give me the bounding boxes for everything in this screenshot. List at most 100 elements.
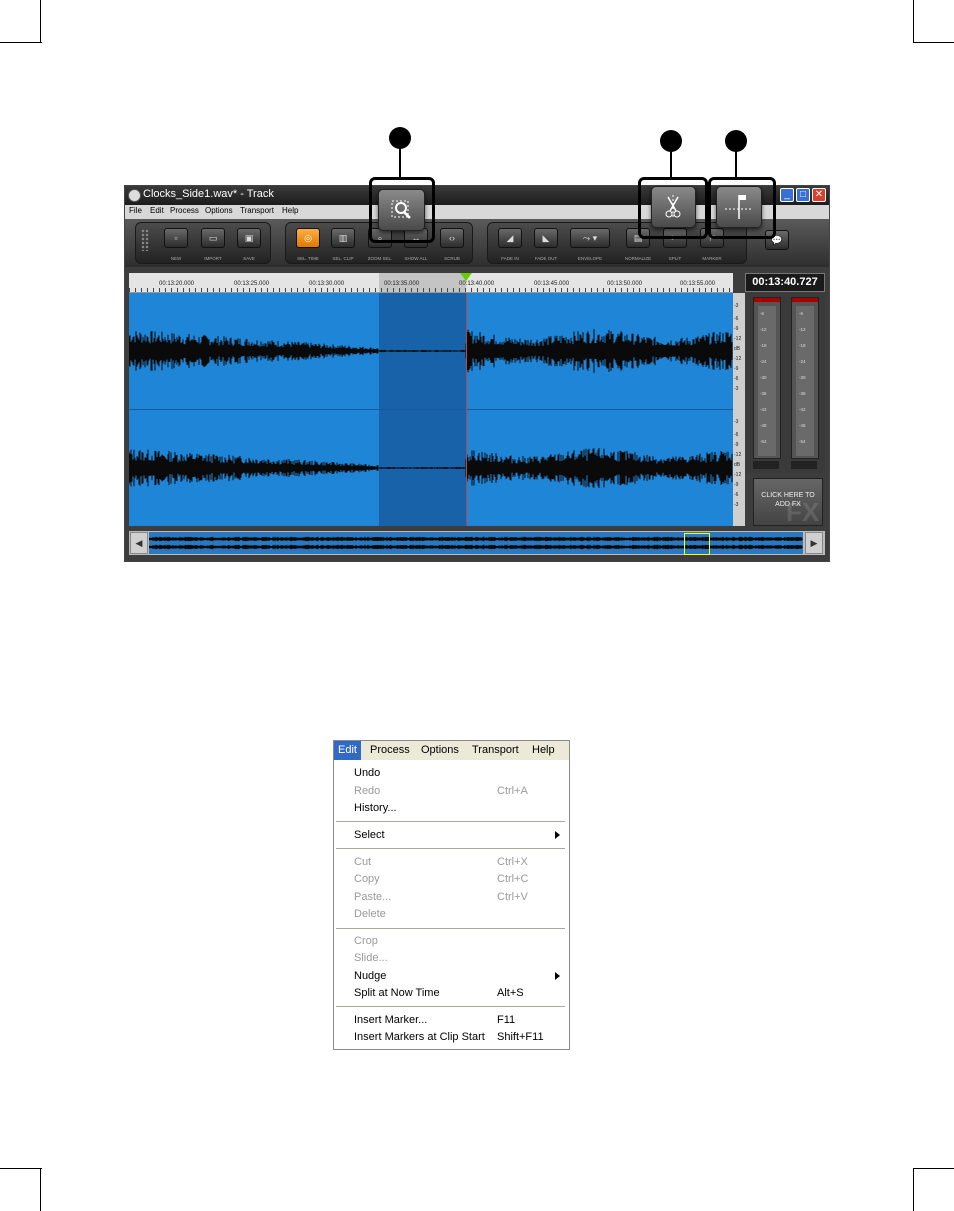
normalize-label: NORMALIZE bbox=[624, 256, 652, 261]
db-tick: -6 bbox=[734, 432, 739, 438]
db-tick: dB bbox=[734, 346, 741, 352]
meter-tick: -12 bbox=[760, 327, 767, 332]
menu-item-split-at-now[interactable]: Split at Now Time bbox=[354, 987, 440, 999]
scroll-right-button[interactable]: ▶ bbox=[805, 532, 823, 554]
menu-bar-excerpt: Edit Process Options Transport Help bbox=[334, 741, 569, 760]
menu-edit[interactable]: Edit bbox=[150, 206, 164, 215]
menu-item-history[interactable]: History... bbox=[354, 802, 397, 814]
fade-in-button[interactable]: ◢ bbox=[498, 228, 522, 248]
new-button[interactable]: ▫ bbox=[164, 228, 188, 248]
db-tick: -6 bbox=[734, 316, 739, 322]
menu-item-select[interactable]: Select bbox=[354, 829, 385, 841]
menu-item-paste[interactable]: Paste... bbox=[354, 891, 391, 903]
menu-item-slide[interactable]: Slide... bbox=[354, 952, 388, 964]
meter-tick: -24 bbox=[799, 359, 806, 364]
show-all-label: SHOW ALL bbox=[404, 256, 428, 261]
meter-tick: -30 bbox=[799, 375, 806, 380]
scrub-button[interactable]: ‹› bbox=[440, 228, 464, 248]
shortcut-cut: Ctrl+X bbox=[497, 856, 528, 868]
menu-options[interactable]: Options bbox=[205, 206, 233, 215]
db-tick: -3 bbox=[734, 303, 739, 309]
add-fx-button[interactable]: FX CLICK HERE TO ADD FX bbox=[753, 478, 823, 527]
fade-in-label: FADE IN bbox=[501, 256, 519, 261]
menu-item-undo[interactable]: Undo bbox=[354, 767, 380, 779]
menu-item-delete[interactable]: Delete bbox=[354, 908, 386, 920]
menu-process[interactable]: Process bbox=[170, 206, 199, 215]
crop-mark-tr-v bbox=[913, 0, 914, 42]
ruler-label: 00:13:25.000 bbox=[234, 281, 270, 287]
db-tick: -9 bbox=[734, 326, 739, 332]
menu-item-cut[interactable]: Cut bbox=[354, 856, 371, 868]
envelope-button[interactable]: ⤳ ▾ bbox=[570, 228, 610, 248]
menu-separator bbox=[336, 821, 565, 822]
shortcut-redo: Ctrl+A bbox=[497, 785, 528, 797]
crop-mark-tl-h bbox=[0, 42, 42, 43]
waveform-channel bbox=[129, 329, 733, 373]
menu-item-insert-markers-clip-start[interactable]: Insert Markers at Clip Start bbox=[354, 1031, 485, 1043]
sel-time-button[interactable]: ◎ bbox=[296, 228, 320, 248]
sel-clip-label: SEL. CLIP bbox=[332, 256, 354, 261]
menubar-transport[interactable]: Transport bbox=[472, 744, 519, 756]
callout-line-zoom bbox=[399, 148, 401, 178]
meter-peak-right bbox=[791, 461, 817, 469]
new-label: NEW bbox=[170, 256, 182, 261]
meter-tick: -36 bbox=[799, 391, 806, 396]
menubar-options[interactable]: Options bbox=[421, 744, 459, 756]
db-tick: -12 bbox=[734, 336, 742, 342]
marker-flag-icon bbox=[725, 195, 753, 219]
split-label: SPLIT bbox=[668, 256, 682, 261]
db-tick: -3 bbox=[734, 502, 739, 508]
shortcut-split: Alt+S bbox=[497, 987, 524, 999]
menu-item-crop[interactable]: Crop bbox=[354, 935, 378, 947]
db-tick: -12 bbox=[734, 356, 742, 362]
import-button[interactable]: ▭ bbox=[201, 228, 225, 248]
scissors-icon bbox=[665, 195, 681, 219]
waveform-view[interactable] bbox=[129, 293, 733, 526]
menubar-process[interactable]: Process bbox=[370, 744, 410, 756]
shortcut-insert-marker: F11 bbox=[497, 1014, 516, 1026]
submenu-arrow-icon bbox=[555, 831, 560, 839]
menu-separator bbox=[336, 1006, 565, 1007]
menu-item-insert-marker[interactable]: Insert Marker... bbox=[354, 1014, 427, 1026]
menu-file[interactable]: File bbox=[129, 206, 142, 215]
time-display: 00:13:40.727 bbox=[745, 273, 825, 292]
db-tick: -3 bbox=[734, 386, 739, 392]
minimize-button[interactable]: _ bbox=[780, 188, 794, 202]
maximize-button[interactable]: □ bbox=[796, 188, 810, 202]
scroll-left-button[interactable]: ◀ bbox=[130, 532, 148, 554]
save-button[interactable]: ▣ bbox=[237, 228, 261, 248]
menu-transport[interactable]: Transport bbox=[240, 206, 274, 215]
menu-help[interactable]: Help bbox=[282, 206, 298, 215]
close-button[interactable]: ✕ bbox=[812, 188, 826, 202]
menu-item-redo[interactable]: Redo bbox=[354, 785, 380, 797]
ruler-ticks bbox=[129, 288, 733, 292]
app-icon bbox=[128, 189, 141, 202]
channel-divider bbox=[129, 409, 733, 410]
playhead-marker-icon[interactable] bbox=[460, 273, 472, 281]
meter-tick: -48 bbox=[799, 423, 806, 428]
menubar-edit[interactable]: Edit bbox=[334, 741, 361, 760]
overview-scrollbar[interactable]: ◀ ▶ bbox=[129, 531, 825, 555]
overview-viewport[interactable] bbox=[684, 533, 710, 555]
fade-out-button[interactable]: ◣ bbox=[534, 228, 558, 248]
db-tick: -9 bbox=[734, 366, 739, 372]
zoom-selection-magnified-button bbox=[378, 189, 425, 231]
level-meters: -6 -12 -18 -24 -30 -36 -42 -48 -54 -6 -1… bbox=[747, 293, 825, 473]
menu-item-copy[interactable]: Copy bbox=[354, 873, 380, 885]
overview-track[interactable] bbox=[149, 532, 803, 555]
meter-tick: -12 bbox=[799, 327, 806, 332]
save-label: SAVE bbox=[243, 256, 255, 261]
menubar-help[interactable]: Help bbox=[532, 744, 555, 756]
grip-icon bbox=[141, 229, 149, 251]
zoom-magnifier-icon bbox=[391, 200, 411, 219]
ruler-label: 00:13:40.000 bbox=[459, 281, 495, 287]
meter-tick: -30 bbox=[760, 375, 767, 380]
sel-clip-button[interactable]: ▥ bbox=[331, 228, 355, 248]
meter-tick: -48 bbox=[760, 423, 767, 428]
ruler-label: 00:13:20.000 bbox=[159, 281, 195, 287]
fade-out-label: FADE OUT bbox=[534, 256, 558, 261]
menu-item-nudge[interactable]: Nudge bbox=[354, 970, 386, 982]
shortcut-copy: Ctrl+C bbox=[497, 873, 529, 885]
db-tick: -9 bbox=[734, 482, 739, 488]
timeline-ruler[interactable]: 00:13:20.000 00:13:25.000 00:13:30.000 0… bbox=[129, 273, 733, 293]
